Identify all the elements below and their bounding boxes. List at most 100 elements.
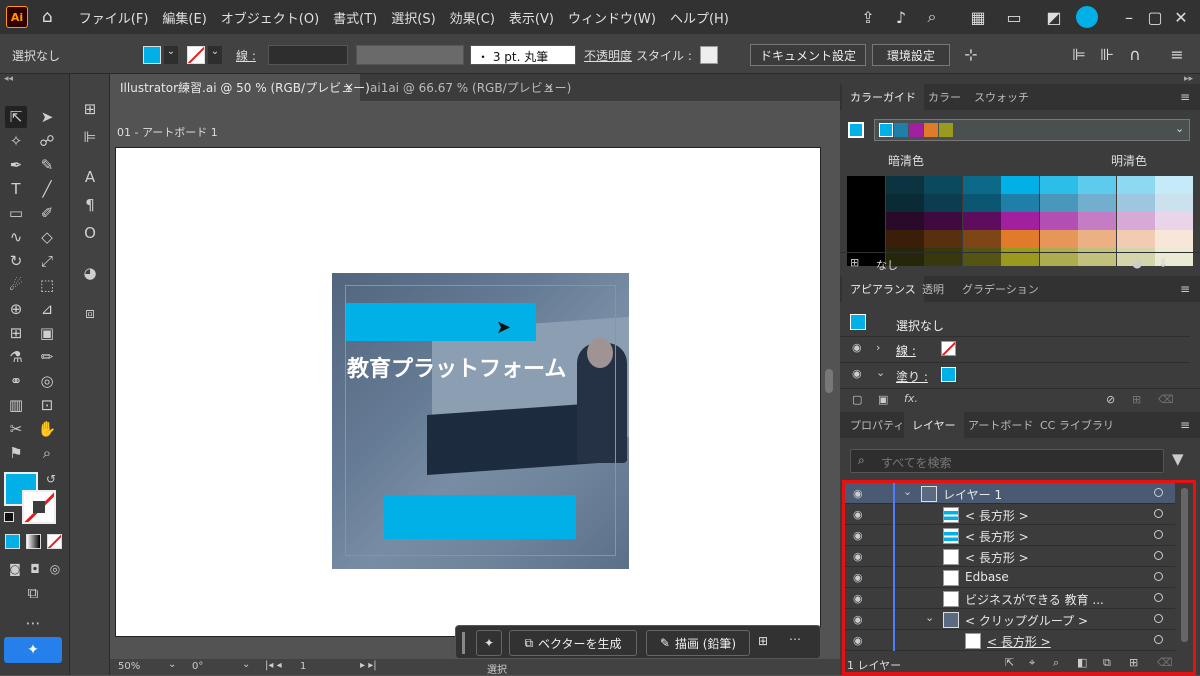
more-options-icon[interactable]: ⋯ xyxy=(789,632,801,646)
color-guide-swatch[interactable] xyxy=(1039,212,1078,230)
color-guide-swatch[interactable] xyxy=(1039,194,1078,212)
color-guide-swatch[interactable] xyxy=(962,212,1001,230)
paragraph-panel-icon[interactable]: ¶ xyxy=(79,194,101,216)
align-panel-icon[interactable]: ⊫ xyxy=(79,126,101,148)
color-guide-swatch[interactable] xyxy=(1078,176,1116,194)
variable-width-dropdown[interactable] xyxy=(356,45,464,65)
clipping-mask-icon[interactable]: ◧ xyxy=(1077,656,1087,669)
curvature-icon[interactable]: ✎ xyxy=(36,154,58,176)
panel-menu-icon[interactable]: ≡ xyxy=(1180,418,1190,432)
opacity-label[interactable]: 不透明度 xyxy=(584,47,632,64)
eyedropper-icon[interactable]: ⚗ xyxy=(5,346,27,368)
mesh-icon[interactable]: ⊞ xyxy=(5,322,27,344)
layer-name[interactable]: < クリップグループ > xyxy=(965,612,1088,629)
duplicate-item-icon[interactable]: ⊞ xyxy=(1132,393,1141,406)
save-group-icon[interactable]: ⇓ xyxy=(1158,256,1168,270)
menu-effect[interactable]: 効果(C) xyxy=(450,8,495,27)
pen-icon[interactable]: ✒ xyxy=(5,154,27,176)
clear-appearance-icon[interactable]: ⊘ xyxy=(1106,393,1115,406)
target-circle-icon[interactable] xyxy=(1154,593,1163,602)
color-guide-swatch[interactable] xyxy=(962,230,1001,248)
layer-row[interactable]: ◉ ビジネスができる 教育 ... xyxy=(845,588,1175,609)
canvas-bottom-rectangle[interactable] xyxy=(384,495,576,539)
pathfinder-panel-icon[interactable]: ◕ xyxy=(79,262,101,284)
tab-swatches[interactable]: スウォッチ xyxy=(966,84,1037,110)
page-next-icon[interactable]: ▸ ▸| xyxy=(360,660,377,671)
color-guide-swatch[interactable] xyxy=(1039,230,1078,248)
color-guide-swatch[interactable] xyxy=(847,176,885,194)
fill-swatch[interactable] xyxy=(143,46,161,64)
tab-close-icon[interactable]: × xyxy=(344,80,354,94)
align-left-icon[interactable]: ⊫ xyxy=(1068,43,1090,65)
visibility-eye-icon[interactable]: ◉ xyxy=(853,592,863,605)
color-guide-swatch[interactable] xyxy=(1078,194,1116,212)
color-guide-swatch[interactable] xyxy=(885,194,924,212)
visibility-eye-icon[interactable]: ◉ xyxy=(852,367,862,380)
tab-gradient[interactable]: グラデーション xyxy=(954,276,1047,302)
appearance-fill-label[interactable]: 塗り : xyxy=(896,368,928,385)
stroke-color-swatch[interactable] xyxy=(22,490,56,524)
menu-select[interactable]: 選択(S) xyxy=(391,8,435,27)
artboard-tool-icon[interactable]: ⊡ xyxy=(36,394,58,416)
slice-icon[interactable]: ✂ xyxy=(5,418,27,440)
opentype-panel-icon[interactable]: O xyxy=(79,222,101,244)
stroke-weight-input[interactable] xyxy=(268,45,348,65)
color-guide-swatch[interactable] xyxy=(1001,176,1039,194)
document-settings-button[interactable]: ドキュメント設定 xyxy=(750,44,866,66)
color-guide-swatch[interactable] xyxy=(847,230,885,248)
puppet-icon[interactable]: ⚑ xyxy=(5,442,27,464)
plugin-icon[interactable]: ◩ xyxy=(1043,6,1065,28)
page-nav-icon[interactable]: |◂ ◂ xyxy=(265,660,282,671)
perspective-icon[interactable]: ⊿ xyxy=(36,298,58,320)
visibility-eye-icon[interactable]: ◉ xyxy=(853,487,863,500)
visibility-eye-icon[interactable]: ◉ xyxy=(853,634,863,647)
align-center-icon[interactable]: ⊪ xyxy=(1096,43,1118,65)
layer-row[interactable]: ◉ < 長方形 > xyxy=(845,525,1175,546)
scale-icon[interactable]: ⤢ xyxy=(36,250,58,272)
appearance-fill-swatch[interactable] xyxy=(941,367,956,382)
color-guide-swatch[interactable] xyxy=(1155,230,1193,248)
color-guide-swatch[interactable] xyxy=(924,176,962,194)
taskbar-grip[interactable] xyxy=(462,632,465,654)
layer-name[interactable]: レイヤー 1 xyxy=(943,486,1002,503)
add-effect-icon[interactable]: fx. xyxy=(904,392,918,405)
color-guide-swatch[interactable] xyxy=(1155,194,1193,212)
tab-color-guide[interactable]: カラーガイド xyxy=(842,84,924,110)
layer-name[interactable]: Edbase xyxy=(965,570,1009,584)
magic-wand-icon[interactable]: ✧ xyxy=(5,130,27,152)
rotation-value[interactable]: 0° xyxy=(192,661,203,672)
target-circle-icon[interactable] xyxy=(1154,572,1163,581)
layer-row[interactable]: ◉ ⌄ レイヤー 1 xyxy=(845,483,1175,504)
color-guide-swatch[interactable] xyxy=(885,230,924,248)
color-guide-swatch[interactable] xyxy=(1116,176,1155,194)
line-icon[interactable]: ╱ xyxy=(36,178,58,200)
shaper-icon[interactable]: ∿ xyxy=(5,226,27,248)
expand-toggle-icon[interactable]: ⌄ xyxy=(925,611,934,624)
search-layer-icon[interactable]: ⌕ xyxy=(1053,656,1059,670)
align-icon[interactable]: ⊹ xyxy=(960,43,982,65)
color-guide-swatch[interactable] xyxy=(1001,194,1039,212)
graph-icon[interactable]: ▥ xyxy=(5,394,27,416)
visibility-eye-icon[interactable]: ◉ xyxy=(852,341,862,354)
menu-window[interactable]: ウィンドウ(W) xyxy=(568,8,656,27)
rectangle-icon[interactable]: ▭ xyxy=(5,202,27,224)
workspace-icon[interactable]: ▭ xyxy=(1003,6,1025,28)
more-tools-icon[interactable]: ⋯ xyxy=(22,612,44,634)
draw-behind-icon[interactable]: ◘ xyxy=(24,558,46,580)
menu-object[interactable]: オブジェクト(O) xyxy=(221,8,319,27)
export-icon[interactable]: ⇱ xyxy=(1005,656,1014,669)
tab-layers[interactable]: レイヤー xyxy=(904,412,964,438)
color-guide-swatch[interactable] xyxy=(1039,176,1078,194)
filter-icon[interactable]: ▼ xyxy=(1172,450,1184,468)
layer-name[interactable]: < 長方形 > xyxy=(987,633,1051,650)
zoom-value[interactable]: 50% xyxy=(118,661,140,672)
expand-toggle-icon[interactable]: ⌄ xyxy=(903,485,912,498)
color-guide-swatch[interactable] xyxy=(924,230,962,248)
arrange-icon[interactable]: ▦ xyxy=(967,6,989,28)
expand-fill-icon[interactable]: ⌄ xyxy=(876,366,885,379)
color-guide-swatch[interactable] xyxy=(962,194,1001,212)
tab-active-document[interactable]: Illustrator練習.ai @ 50 % (RGB/プレビュー) × xyxy=(110,74,370,101)
paintbrush-icon[interactable]: ✐ xyxy=(36,202,58,224)
default-colors-icon[interactable] xyxy=(4,512,14,522)
color-guide-swatch[interactable] xyxy=(847,194,885,212)
